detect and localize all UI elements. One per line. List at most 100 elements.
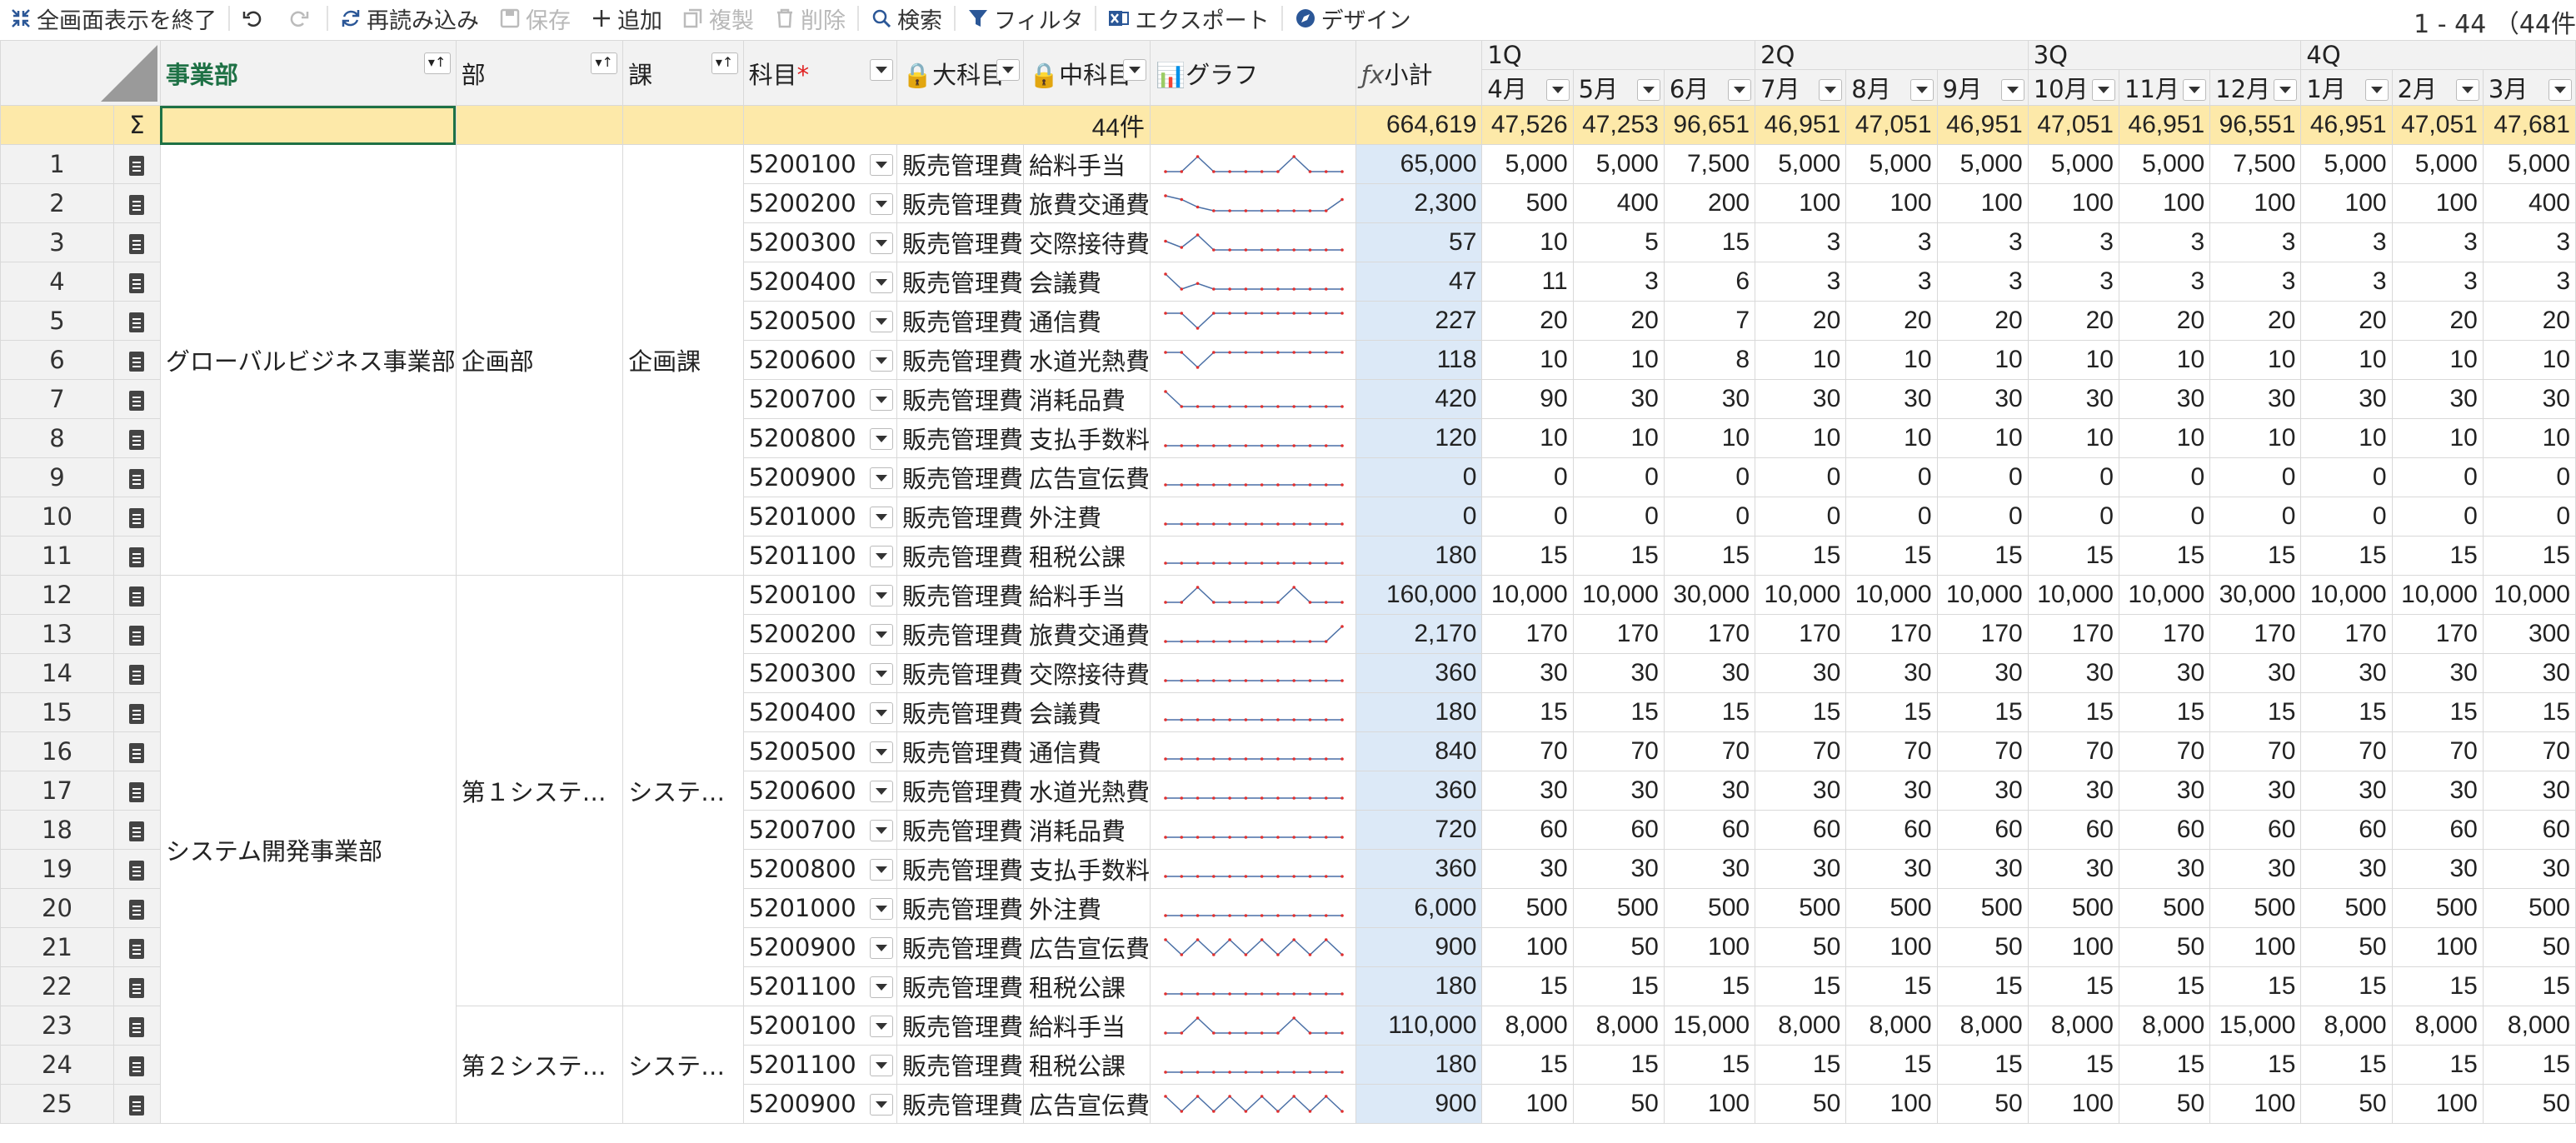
cell-month-value[interactable]: 50 bbox=[1572, 927, 1665, 967]
cell-month-value[interactable]: 0 bbox=[1481, 457, 1574, 497]
cell-month-value[interactable]: 15 bbox=[2118, 692, 2211, 732]
cell-month-value[interactable]: 200 bbox=[1663, 183, 1756, 223]
redo-button[interactable] bbox=[278, 0, 325, 37]
column-menu-button[interactable] bbox=[1636, 79, 1660, 101]
cell-month-value[interactable]: 15 bbox=[1845, 966, 1938, 1006]
row-detail-button[interactable] bbox=[112, 340, 161, 380]
cell-month-value[interactable]: 30 bbox=[2118, 379, 2211, 419]
row-detail-button[interactable] bbox=[112, 653, 161, 693]
header-month[interactable]: 4月 bbox=[1481, 69, 1574, 106]
cell-month-value[interactable]: 30 bbox=[1481, 771, 1574, 811]
row-number[interactable]: 5 bbox=[0, 301, 114, 341]
cell-dept[interactable]: 第２システ… bbox=[455, 1006, 624, 1124]
cell-month-value[interactable]: 0 bbox=[2209, 497, 2302, 537]
cell-month-value[interactable]: 170 bbox=[1663, 614, 1756, 654]
cell-month-value[interactable]: 500 bbox=[1755, 888, 1847, 928]
cell-month-value[interactable]: 15 bbox=[1845, 536, 1938, 576]
cell-month-value[interactable]: 170 bbox=[1936, 614, 2029, 654]
cell-account[interactable]: 5200500 bbox=[742, 731, 897, 771]
cell-month-value[interactable]: 15 bbox=[2482, 692, 2576, 732]
design-button[interactable]: デザイン bbox=[1285, 0, 1421, 37]
cell-month-value[interactable]: 15 bbox=[2300, 692, 2393, 732]
cell-month-value[interactable]: 0 bbox=[2118, 457, 2211, 497]
cell-month-value[interactable]: 15 bbox=[2027, 966, 2119, 1006]
cell-month-value[interactable]: 10 bbox=[2391, 340, 2484, 380]
cell-month-value[interactable]: 30 bbox=[2391, 653, 2484, 693]
cell-month-value[interactable]: 100 bbox=[2118, 183, 2211, 223]
cell-month-value[interactable]: 20 bbox=[1481, 301, 1574, 341]
cell-month-value[interactable]: 30 bbox=[1663, 849, 1756, 889]
cell-month-value[interactable]: 500 bbox=[2391, 888, 2484, 928]
row-number[interactable]: 9 bbox=[0, 457, 114, 497]
cell-month-value[interactable]: 10,000 bbox=[1481, 575, 1574, 615]
cell-month-value[interactable]: 15 bbox=[1936, 692, 2029, 732]
cell-month-value[interactable]: 500 bbox=[2118, 888, 2211, 928]
account-dropdown-button[interactable] bbox=[869, 663, 893, 685]
sort-icon[interactable]: ▾↑ bbox=[423, 52, 451, 74]
cell-month-value[interactable]: 15 bbox=[2300, 536, 2393, 576]
cell-month-value[interactable]: 10 bbox=[2209, 340, 2302, 380]
summary-cell[interactable] bbox=[1149, 105, 1357, 145]
cell-account[interactable]: 5200100 bbox=[742, 144, 897, 184]
cell-month-value[interactable]: 60 bbox=[1572, 810, 1665, 850]
save-button[interactable]: 保存 bbox=[489, 0, 581, 37]
cell-month-value[interactable]: 100 bbox=[2027, 927, 2119, 967]
cell-month-value[interactable]: 60 bbox=[2209, 810, 2302, 850]
cell-month-value[interactable]: 60 bbox=[2118, 810, 2211, 850]
header-month[interactable]: 8月 bbox=[1845, 69, 1938, 106]
cell-month-value[interactable]: 30 bbox=[2209, 653, 2302, 693]
header-month[interactable]: 5月 bbox=[1572, 69, 1665, 106]
column-menu-button[interactable] bbox=[2549, 79, 2572, 101]
cell-month-value[interactable]: 15 bbox=[1845, 692, 1938, 732]
cell-division[interactable]: グローバルビジネス事業部 bbox=[159, 144, 457, 576]
cell-month-value[interactable]: 30 bbox=[2482, 771, 2576, 811]
cell-month-value[interactable]: 8,000 bbox=[1755, 1006, 1847, 1046]
account-dropdown-button[interactable] bbox=[869, 467, 893, 489]
cell-month-value[interactable]: 170 bbox=[1755, 614, 1847, 654]
delete-button[interactable]: 削除 bbox=[764, 0, 856, 37]
cell-month-value[interactable]: 10 bbox=[2118, 418, 2211, 458]
cell-month-value[interactable]: 50 bbox=[2482, 1084, 2576, 1124]
cell-month-value[interactable]: 20 bbox=[1936, 301, 2029, 341]
cell-month-value[interactable]: 5,000 bbox=[2300, 144, 2393, 184]
cell-month-value[interactable]: 0 bbox=[1481, 497, 1574, 537]
cell-month-value[interactable]: 15 bbox=[1481, 692, 1574, 732]
row-detail-button[interactable] bbox=[112, 379, 161, 419]
cell-month-value[interactable]: 30 bbox=[1845, 653, 1938, 693]
cell-month-value[interactable]: 15 bbox=[2300, 966, 2393, 1006]
row-detail-button[interactable] bbox=[112, 849, 161, 889]
cell-month-value[interactable]: 10 bbox=[1663, 418, 1756, 458]
cell-month-value[interactable]: 3 bbox=[2209, 222, 2302, 262]
row-number[interactable]: 24 bbox=[0, 1045, 114, 1085]
column-menu-button[interactable] bbox=[2183, 79, 2207, 101]
row-detail-button[interactable] bbox=[112, 966, 161, 1006]
account-dropdown-button[interactable] bbox=[869, 624, 893, 646]
sort-icon[interactable]: ▾↑ bbox=[591, 52, 618, 74]
cell-month-value[interactable]: 500 bbox=[1481, 183, 1574, 223]
cell-month-value[interactable]: 50 bbox=[1936, 1084, 2029, 1124]
cell-month-value[interactable]: 30 bbox=[2209, 849, 2302, 889]
cell-account[interactable]: 5200800 bbox=[742, 418, 897, 458]
cell-month-value[interactable]: 20 bbox=[1845, 301, 1938, 341]
cell-account[interactable]: 5201100 bbox=[742, 536, 897, 576]
cell-account[interactable]: 5201000 bbox=[742, 888, 897, 928]
header-account[interactable]: 科目* bbox=[742, 40, 897, 106]
account-dropdown-button[interactable] bbox=[869, 781, 893, 802]
cell-month-value[interactable]: 0 bbox=[1755, 497, 1847, 537]
cell-month-value[interactable]: 70 bbox=[2209, 731, 2302, 771]
row-number[interactable]: 10 bbox=[0, 497, 114, 537]
cell-month-value[interactable]: 10 bbox=[1572, 340, 1665, 380]
cell-month-value[interactable]: 20 bbox=[2391, 301, 2484, 341]
cell-month-value[interactable]: 0 bbox=[2118, 497, 2211, 537]
account-dropdown-button[interactable] bbox=[869, 311, 893, 332]
cell-month-value[interactable]: 100 bbox=[2391, 927, 2484, 967]
cell-month-value[interactable]: 100 bbox=[1845, 927, 1938, 967]
cell-account[interactable]: 5200100 bbox=[742, 575, 897, 615]
cell-month-value[interactable]: 0 bbox=[2300, 497, 2393, 537]
row-detail-button[interactable] bbox=[112, 457, 161, 497]
account-dropdown-button[interactable] bbox=[869, 389, 893, 411]
cell-month-value[interactable]: 15 bbox=[1481, 966, 1574, 1006]
account-dropdown-button[interactable] bbox=[869, 859, 893, 881]
cell-month-value[interactable]: 8,000 bbox=[1572, 1006, 1665, 1046]
row-number[interactable]: 19 bbox=[0, 849, 114, 889]
